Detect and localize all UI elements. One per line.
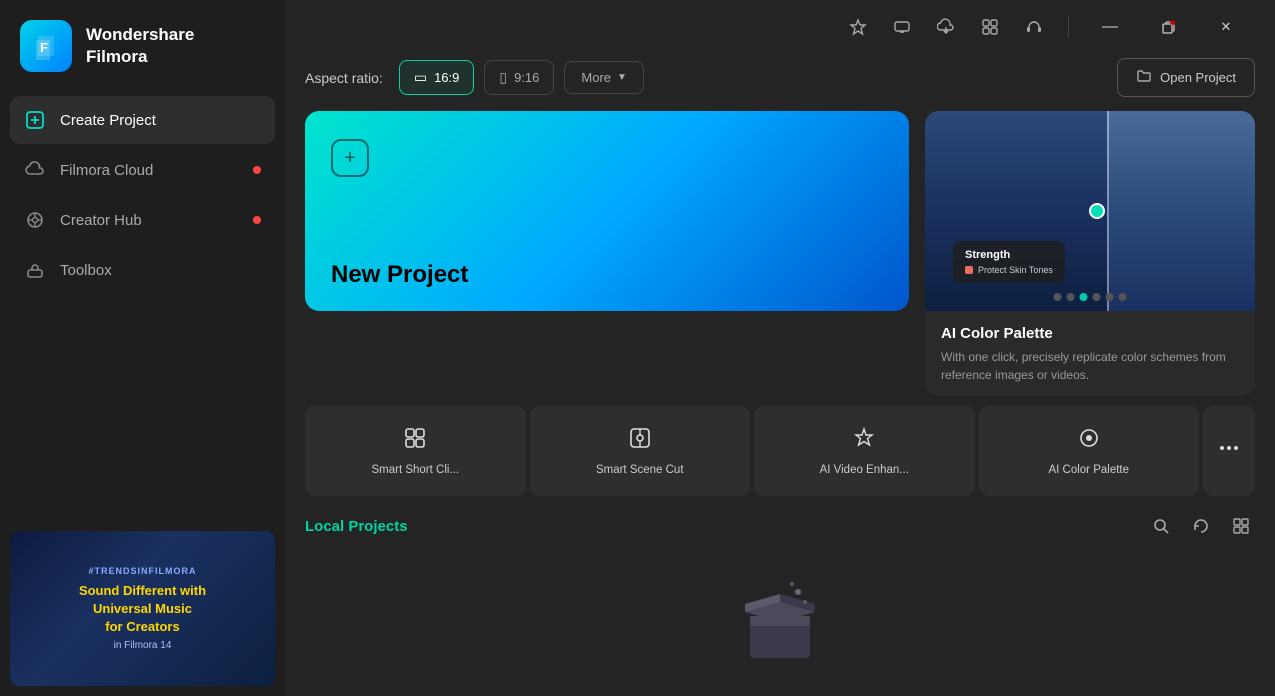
palette-overlay-title: Strength	[965, 249, 1053, 261]
smart-short-clip-label: Smart Short Cli...	[371, 464, 459, 476]
banner-tag: #TrendsInFilmora	[89, 566, 197, 576]
open-project-label: Open Project	[1160, 70, 1236, 85]
dot-1	[1054, 293, 1062, 301]
ai-palette-photo: Strength Protect Skin Tones	[925, 111, 1255, 311]
local-projects-title: Local Projects	[305, 518, 408, 535]
sidebar-banner[interactable]: #TrendsInFilmora Sound Different with Un…	[10, 531, 275, 686]
feature-card-ai-video-enhance[interactable]: AI Video Enhan...	[754, 406, 975, 496]
filmora-cloud-notification-dot	[253, 166, 261, 174]
landscape-icon: ▭	[414, 69, 427, 86]
ai-palette-info: AI Color Palette With one click, precise…	[925, 311, 1255, 396]
banner-subtitle: in Filmora 14	[114, 640, 172, 651]
aspect-ratio-16-9[interactable]: ▭ 16:9	[399, 60, 475, 95]
feature-card-ai-color-palette[interactable]: AI Color Palette	[979, 406, 1200, 496]
cloud-nav-icon	[24, 159, 46, 181]
banner-title: Sound Different with Universal Music for…	[79, 582, 206, 637]
app-logo-icon: F	[20, 20, 72, 72]
sidebar-item-creator-hub[interactable]: Creator Hub	[10, 196, 275, 244]
poc-dot-red	[965, 266, 973, 274]
aspect-ratio-16-9-label: 16:9	[434, 70, 459, 85]
ai-palette-description: With one click, precisely replicate colo…	[941, 348, 1239, 384]
main-content: — ✕ Aspect ratio: ▭ 16:9 ▯ 9:16 More ▼	[285, 0, 1275, 696]
sidebar-item-toolbox[interactable]: Toolbox	[10, 246, 275, 294]
creator-hub-icon	[24, 209, 46, 231]
ai-color-palette-label: AI Color Palette	[1048, 464, 1129, 476]
empty-box-illustration	[730, 574, 830, 664]
protect-skin-label: Protect Skin Tones	[978, 265, 1053, 275]
open-project-button[interactable]: Open Project	[1117, 58, 1255, 97]
local-projects-section: Local Projects	[285, 496, 1275, 696]
app-name: Wondershare Filmora	[86, 24, 194, 68]
toolbar-separator	[1068, 16, 1069, 38]
folder-icon	[1136, 68, 1152, 87]
local-projects-header: Local Projects	[305, 512, 1255, 540]
restore-button[interactable]	[1147, 12, 1189, 42]
svg-text:F: F	[40, 40, 48, 55]
more-label: More	[581, 70, 611, 85]
aspect-ratio-bar: Aspect ratio: ▭ 16:9 ▯ 9:16 More ▼ Open …	[285, 42, 1275, 111]
smart-scene-cut-icon	[628, 426, 652, 456]
nav-items: Create Project Filmora Cloud	[0, 96, 285, 521]
sidebar-label-creator-hub: Creator Hub	[60, 212, 142, 229]
ai-palette-card[interactable]: Strength Protect Skin Tones New	[925, 111, 1255, 396]
sidebar-label-filmora-cloud: Filmora Cloud	[60, 162, 153, 179]
portrait-icon: ▯	[499, 69, 507, 86]
sidebar-banner-content: #TrendsInFilmora Sound Different with Un…	[10, 531, 275, 686]
empty-projects-area	[305, 554, 1255, 684]
chevron-down-icon: ▼	[617, 72, 627, 83]
dot-4	[1093, 293, 1101, 301]
dot-2	[1067, 293, 1075, 301]
logo-area: F Wondershare Filmora	[0, 0, 285, 96]
palette-overlay-card: Strength Protect Skin Tones	[953, 241, 1065, 283]
sidebar-item-filmora-cloud[interactable]: Filmora Cloud	[10, 146, 275, 194]
palette-overlay-row: Protect Skin Tones	[965, 265, 1053, 275]
top-bar: — ✕	[285, 0, 1275, 42]
ai-color-palette-icon	[1077, 426, 1101, 456]
smart-scene-cut-label: Smart Scene Cut	[596, 464, 684, 476]
ai-video-enhance-icon	[852, 426, 876, 456]
search-projects-button[interactable]	[1147, 512, 1175, 540]
add-project-icon: +	[331, 139, 369, 177]
cards-area: + New Project Strength	[285, 111, 1275, 396]
close-button[interactable]: ✕	[1205, 12, 1247, 42]
more-aspect-ratio-button[interactable]: More ▼	[564, 61, 644, 94]
aspect-ratio-label: Aspect ratio:	[305, 70, 383, 86]
ai-toolbar-icon[interactable]	[844, 13, 872, 41]
view-toggle-button[interactable]	[1227, 512, 1255, 540]
refresh-projects-button[interactable]	[1187, 512, 1215, 540]
feature-card-smart-scene-cut[interactable]: Smart Scene Cut	[530, 406, 751, 496]
new-project-card[interactable]: + New Project	[305, 111, 909, 311]
palette-dots	[1054, 293, 1127, 301]
sidebar-label-create-project: Create Project	[60, 112, 156, 129]
aspect-ratio-9-16-label: 9:16	[514, 70, 539, 85]
sidebar-item-create-project[interactable]: Create Project	[10, 96, 275, 144]
feature-card-smart-short-clip[interactable]: Smart Short Cli...	[305, 406, 526, 496]
dot-6	[1119, 293, 1127, 301]
sidebar: F Wondershare Filmora Create Project	[0, 0, 285, 696]
ai-palette-card-image: Strength Protect Skin Tones New	[925, 111, 1255, 311]
ai-palette-title: AI Color Palette	[941, 325, 1239, 342]
feature-card-more[interactable]	[1203, 406, 1255, 496]
dot-5	[1106, 293, 1114, 301]
ai-video-enhance-label: AI Video Enhan...	[820, 464, 909, 476]
new-project-title: New Project	[331, 261, 468, 289]
split-line	[1107, 111, 1109, 311]
cloud-toolbar-icon[interactable]	[932, 13, 960, 41]
grid-toolbar-icon[interactable]	[976, 13, 1004, 41]
dot-3	[1080, 293, 1088, 301]
feature-cards-row: Smart Short Cli... Smart Scene Cut AI Vi…	[285, 396, 1275, 496]
sidebar-label-toolbox: Toolbox	[60, 262, 112, 279]
create-project-icon	[24, 109, 46, 131]
aspect-ratio-9-16[interactable]: ▯ 9:16	[484, 60, 554, 95]
headset-toolbar-icon[interactable]	[1020, 13, 1048, 41]
more-features-icon	[1217, 436, 1241, 466]
smart-short-clip-icon	[403, 426, 427, 456]
window-toolbar-icons: — ✕	[844, 12, 1247, 42]
local-projects-actions	[1147, 512, 1255, 540]
creator-hub-notification-dot	[253, 216, 261, 224]
minimize-button[interactable]: —	[1089, 12, 1131, 42]
screen-toolbar-icon[interactable]	[888, 13, 916, 41]
color-picker-circle	[1089, 203, 1105, 219]
toolbox-icon	[24, 259, 46, 281]
